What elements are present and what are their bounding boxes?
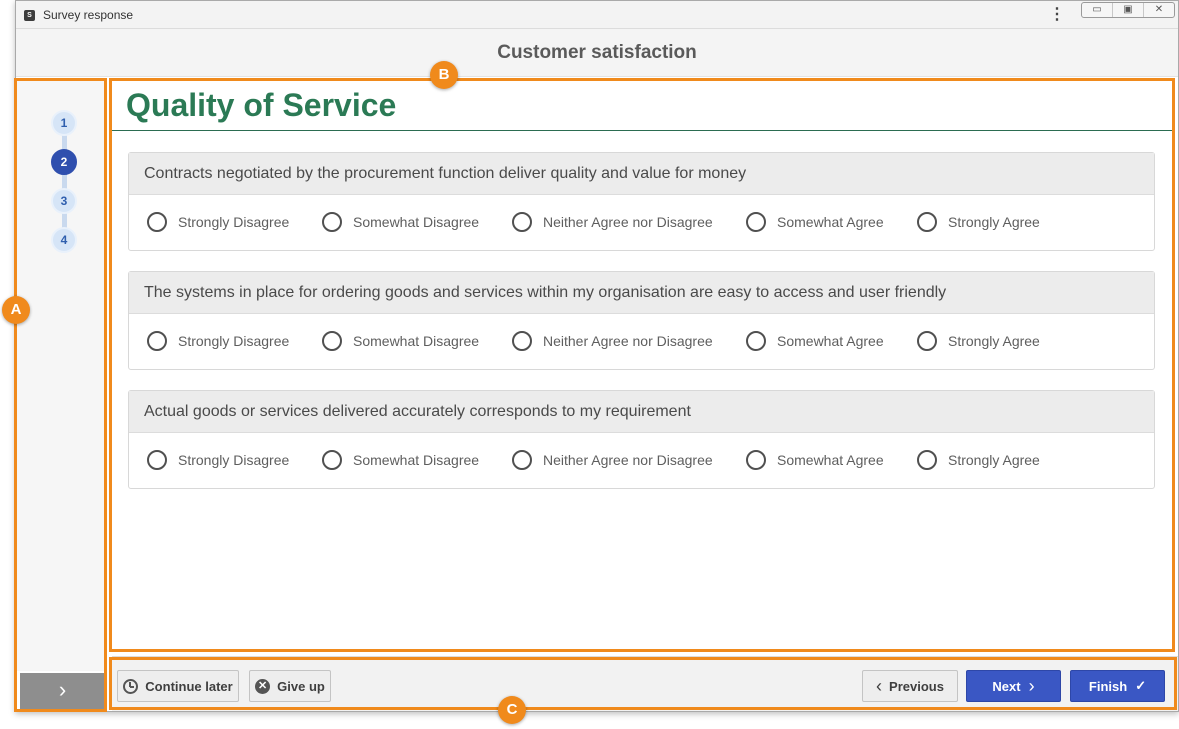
option-strongly-disagree[interactable]: Strongly Disagree	[147, 212, 289, 232]
option-label: Somewhat Disagree	[353, 452, 480, 468]
radio-button[interactable]	[322, 450, 342, 470]
question-card: Contracts negotiated by the procurement …	[128, 152, 1155, 251]
radio-button[interactable]	[512, 331, 532, 351]
option-neither[interactable]: Neither Agree nor Disagree	[512, 212, 713, 232]
chevron-left-icon: ‹	[876, 676, 883, 696]
option-somewhat-agree[interactable]: Somewhat Agree	[746, 450, 884, 470]
finish-label: Finish	[1088, 678, 1128, 694]
radio-button[interactable]	[147, 450, 167, 470]
continue-later-label: Continue later	[145, 678, 233, 694]
check-icon: ✓	[1135, 678, 1147, 693]
callout-badge-c: C	[498, 696, 526, 724]
option-somewhat-disagree[interactable]: Somewhat Disagree	[322, 450, 479, 470]
radio-button[interactable]	[917, 450, 937, 470]
action-bar: Continue later ✕ Give up ‹ Previous Next…	[112, 656, 1178, 711]
kebab-menu-icon[interactable]: ⋮	[1049, 7, 1065, 25]
title-bar: S Survey response ⋮ ▭ ▣ ✕	[16, 1, 1178, 29]
callout-badge-b: B	[430, 61, 458, 89]
radio-button[interactable]	[147, 331, 167, 351]
answer-options: Strongly Disagree Somewhat Disagree Neit…	[129, 314, 1154, 370]
callout-badge-a: A	[2, 296, 30, 324]
option-label: Strongly Agree	[948, 452, 1040, 468]
maximize-icon[interactable]: ▣	[1113, 3, 1144, 17]
chevron-right-icon: ›	[58, 677, 67, 702]
radio-button[interactable]	[322, 212, 342, 232]
continue-later-button[interactable]: Continue later	[117, 670, 239, 702]
option-strongly-agree[interactable]: Strongly Agree	[917, 212, 1040, 232]
clock-icon	[123, 678, 139, 694]
chevron-right-icon: ›	[1028, 676, 1035, 696]
next-button[interactable]: Next ›	[966, 670, 1061, 702]
option-neither[interactable]: Neither Agree nor Disagree	[512, 331, 713, 351]
radio-button[interactable]	[322, 331, 342, 351]
finish-button[interactable]: Finish ✓	[1070, 670, 1165, 702]
question-card: The systems in place for ordering goods …	[128, 271, 1155, 370]
survey-content: Quality of Service Contracts negotiated …	[112, 81, 1174, 651]
radio-button[interactable]	[746, 212, 766, 232]
app-icon: S	[24, 10, 35, 21]
option-label: Neither Agree nor Disagree	[543, 333, 713, 349]
step-2[interactable]: 2	[51, 149, 77, 175]
option-strongly-agree[interactable]: Strongly Agree	[917, 331, 1040, 351]
radio-button[interactable]	[917, 331, 937, 351]
survey-window: S Survey response ⋮ ▭ ▣ ✕ Customer satis…	[15, 0, 1179, 712]
question-text: Actual goods or services delivered accur…	[129, 391, 1154, 433]
step-4[interactable]: 4	[51, 227, 77, 253]
option-label: Neither Agree nor Disagree	[543, 214, 713, 230]
question-card: Actual goods or services delivered accur…	[128, 390, 1155, 489]
step-3[interactable]: 3	[51, 188, 77, 214]
option-somewhat-disagree[interactable]: Somewhat Disagree	[322, 331, 479, 351]
option-label: Somewhat Agree	[777, 452, 884, 468]
survey-header: Customer satisfaction	[16, 29, 1178, 77]
previous-button[interactable]: ‹ Previous	[862, 670, 958, 702]
section-title: Quality of Service	[126, 87, 397, 123]
radio-button[interactable]	[917, 212, 937, 232]
minimize-icon[interactable]: ▭	[1082, 3, 1113, 17]
question-text: Contracts negotiated by the procurement …	[129, 153, 1154, 195]
radio-button[interactable]	[147, 212, 167, 232]
window-title: Survey response	[43, 8, 134, 22]
option-label: Neither Agree nor Disagree	[543, 452, 713, 468]
step-navigator: 1 2 3 4	[16, 78, 107, 671]
radio-button[interactable]	[512, 450, 532, 470]
option-label: Somewhat Agree	[777, 333, 884, 349]
radio-button[interactable]	[746, 331, 766, 351]
option-label: Strongly Disagree	[178, 333, 290, 349]
option-label: Strongly Disagree	[178, 214, 290, 230]
previous-label: Previous	[889, 678, 944, 694]
cancel-circle-icon: ✕	[255, 678, 271, 694]
option-label: Strongly Disagree	[178, 452, 290, 468]
step-1[interactable]: 1	[51, 110, 77, 136]
option-label: Somewhat Agree	[777, 214, 884, 230]
next-label: Next	[992, 678, 1021, 694]
option-somewhat-agree[interactable]: Somewhat Agree	[746, 212, 884, 232]
option-strongly-agree[interactable]: Strongly Agree	[917, 450, 1040, 470]
option-label: Strongly Agree	[948, 214, 1040, 230]
option-somewhat-disagree[interactable]: Somewhat Disagree	[322, 212, 479, 232]
option-label: Somewhat Disagree	[353, 333, 480, 349]
give-up-label: Give up	[277, 678, 325, 694]
radio-button[interactable]	[512, 212, 532, 232]
close-icon[interactable]: ✕	[1144, 3, 1174, 17]
window-controls: ▭ ▣ ✕	[1081, 2, 1175, 18]
option-somewhat-agree[interactable]: Somewhat Agree	[746, 331, 884, 351]
answer-options: Strongly Disagree Somewhat Disagree Neit…	[129, 195, 1154, 251]
radio-button[interactable]	[746, 450, 766, 470]
option-strongly-disagree[interactable]: Strongly Disagree	[147, 450, 289, 470]
step-connector	[62, 122, 67, 242]
option-label: Somewhat Disagree	[353, 214, 480, 230]
give-up-button[interactable]: ✕ Give up	[249, 670, 331, 702]
answer-options: Strongly Disagree Somewhat Disagree Neit…	[129, 433, 1154, 489]
title-divider	[112, 130, 1174, 131]
option-label: Strongly Agree	[948, 333, 1040, 349]
option-neither[interactable]: Neither Agree nor Disagree	[512, 450, 713, 470]
survey-title: Customer satisfaction	[497, 42, 697, 63]
expand-panel-button[interactable]: ›	[20, 673, 105, 710]
question-text: The systems in place for ordering goods …	[129, 272, 1154, 314]
option-strongly-disagree[interactable]: Strongly Disagree	[147, 331, 289, 351]
